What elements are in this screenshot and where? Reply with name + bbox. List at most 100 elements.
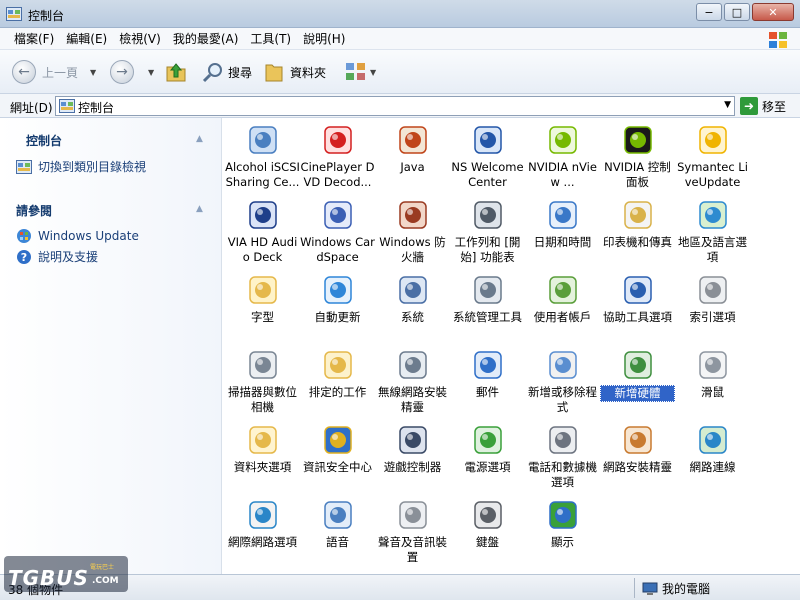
back-button[interactable]: ← 上一頁 (12, 60, 78, 84)
control-panel-item[interactable]: 日期和時間 (525, 195, 600, 270)
control-panel-item[interactable]: 遊戲控制器 (375, 420, 450, 495)
control-panel-item-label: 新增硬體 (600, 385, 675, 402)
control-panel-item[interactable]: 排定的工作 (300, 345, 375, 420)
control-panel-item[interactable]: 滑鼠 (675, 345, 750, 420)
go-button[interactable]: ➜ 移至 (740, 97, 786, 115)
control-panel-item[interactable]: 資料夾選項 (225, 420, 300, 495)
control-panel-item-label: 電源選項 (464, 460, 511, 474)
control-panel-item[interactable]: 自動更新 (300, 270, 375, 345)
control-panel-item-label: Windows CardSpace (300, 235, 375, 264)
menu-tools[interactable]: 工具(T) (244, 29, 297, 49)
control-panel-item-label: 遊戲控制器 (383, 460, 442, 474)
control-panel-item-label: 滑鼠 (701, 385, 724, 399)
control-panel-item[interactable]: CinePlayer DVD Decod... (300, 120, 375, 195)
control-panel-item-label: 語音 (326, 535, 349, 549)
control-panel-item[interactable]: 協助工具選項 (600, 270, 675, 345)
collapse-chevron-icon[interactable]: ▲ (196, 204, 203, 214)
scheduled-tasks-icon (324, 351, 352, 379)
control-panel-item[interactable]: NS Welcome Center (450, 120, 525, 195)
forward-dropdown-icon[interactable]: ▼ (148, 60, 154, 84)
control-panel-item[interactable]: 新增或移除程式 (525, 345, 600, 420)
control-panel-item[interactable]: 聲音及音訊裝置 (375, 495, 450, 570)
speaker-icon (399, 501, 427, 529)
cineplayer-icon (324, 126, 352, 154)
control-panel-item[interactable]: NVIDIA nView ... (525, 120, 600, 195)
address-dropdown-icon[interactable]: ▼ (724, 100, 731, 110)
control-panel-item[interactable]: 索引選項 (675, 270, 750, 345)
control-panel-item[interactable]: 無線網路安裝精靈 (375, 345, 450, 420)
mouse-icon (699, 351, 727, 379)
control-panel-item[interactable]: 郵件 (450, 345, 525, 420)
menu-favorites[interactable]: 我的最愛(A) (167, 29, 245, 49)
control-panel-item[interactable]: 語音 (300, 495, 375, 570)
control-panel-item-label: 地區及語言選項 (678, 235, 747, 264)
menu-file[interactable]: 檔案(F) (8, 29, 60, 49)
control-panel-item[interactable]: 新增硬體 (600, 345, 675, 420)
control-panel-item[interactable]: 電源選項 (450, 420, 525, 495)
minimize-button[interactable]: − (696, 3, 722, 21)
control-panel-item[interactable]: 掃描器與數位相機 (225, 345, 300, 420)
welcome-center-icon (474, 126, 502, 154)
back-dropdown-icon[interactable]: ▼ (90, 60, 96, 84)
control-panel-item[interactable]: Alcohol iSCSI Sharing Ce... (225, 120, 300, 195)
maximize-button[interactable]: □ (724, 3, 750, 21)
views-button[interactable]: ▼ (344, 60, 376, 84)
control-panel-item-label: NS Welcome Center (451, 160, 524, 189)
control-panel-icon (16, 159, 32, 174)
control-panel-item[interactable]: 電話和數據機選項 (525, 420, 600, 495)
control-panel-item[interactable]: 使用者帳戶 (525, 270, 600, 345)
control-panel-item[interactable]: 顯示 (525, 495, 600, 570)
control-panel-item[interactable]: 鍵盤 (450, 495, 525, 570)
control-panel-item[interactable]: Windows CardSpace (300, 195, 375, 270)
scanner-icon (249, 351, 277, 379)
control-panel-item[interactable]: 地區及語言選項 (675, 195, 750, 270)
liveupdate-icon (699, 126, 727, 154)
control-panel-item[interactable]: 系統 (375, 270, 450, 345)
firewall-icon (399, 201, 427, 229)
add-hardware-icon (624, 351, 652, 379)
up-button[interactable] (164, 60, 188, 84)
control-panel-item[interactable]: 網路安裝精靈 (600, 420, 675, 495)
toolbar: ← 上一頁 ▼ → ▼ 搜尋 資料夾 ▼ (0, 50, 800, 94)
forward-button[interactable]: → (110, 60, 134, 84)
icon-grid: Alcohol iSCSI Sharing Ce... CinePlayer DV… (223, 118, 800, 574)
control-panel-item-label: VIA HD Audio Deck (227, 235, 298, 264)
control-panel-item-label: 新增或移除程式 (528, 385, 597, 414)
control-panel-item-label: 掃描器與數位相機 (228, 385, 297, 414)
taskbar-icon (474, 201, 502, 229)
menu-view[interactable]: 檢視(V) (113, 29, 167, 49)
control-panel-item[interactable]: Java (375, 120, 450, 195)
control-panel-item[interactable]: 印表機和傳真 (600, 195, 675, 270)
switch-to-category-view-link[interactable]: 切換到類別目錄檢視 (16, 158, 146, 175)
control-panel-item-label: Symantec LiveUpdate (677, 160, 748, 189)
control-panel-item-label: NVIDIA nView ... (528, 160, 597, 189)
menu-edit[interactable]: 編輯(E) (60, 29, 113, 49)
help-support-link[interactable]: ? 說明及支援 (16, 248, 98, 265)
control-panel-item[interactable]: 網際網路選項 (225, 495, 300, 570)
go-arrow-icon: ➜ (740, 97, 758, 115)
control-panel-item[interactable]: 資訊安全中心 (300, 420, 375, 495)
font-folder-icon (249, 276, 277, 304)
control-panel-item[interactable]: 字型 (225, 270, 300, 345)
folders-button[interactable]: 資料夾 (264, 60, 326, 84)
wireless-icon (399, 351, 427, 379)
close-button[interactable]: ✕ (752, 3, 794, 21)
control-panel-item[interactable]: 網路連線 (675, 420, 750, 495)
search-button[interactable]: 搜尋 (202, 60, 252, 84)
system-icon (399, 276, 427, 304)
control-panel-item[interactable]: Windows 防火牆 (375, 195, 450, 270)
address-value: 控制台 (78, 101, 115, 115)
control-panel-icon (6, 7, 22, 21)
control-panel-item[interactable]: 工作列和 [開始] 功能表 (450, 195, 525, 270)
control-panel-item[interactable]: VIA HD Audio Deck (225, 195, 300, 270)
control-panel-item[interactable]: NVIDIA 控制面板 (600, 120, 675, 195)
collapse-chevron-icon[interactable]: ▲ (196, 134, 203, 144)
address-label: 網址(D) (10, 101, 53, 115)
windows-update-link[interactable]: Windows Update (16, 228, 139, 244)
status-zone: 我的電腦 (642, 580, 710, 597)
menu-help[interactable]: 說明(H) (297, 29, 351, 49)
gamepad-icon (399, 426, 427, 454)
control-panel-item[interactable]: Symantec LiveUpdate (675, 120, 750, 195)
address-input[interactable]: 控制台 ▼ (55, 96, 735, 116)
control-panel-item[interactable]: 系統管理工具 (450, 270, 525, 345)
